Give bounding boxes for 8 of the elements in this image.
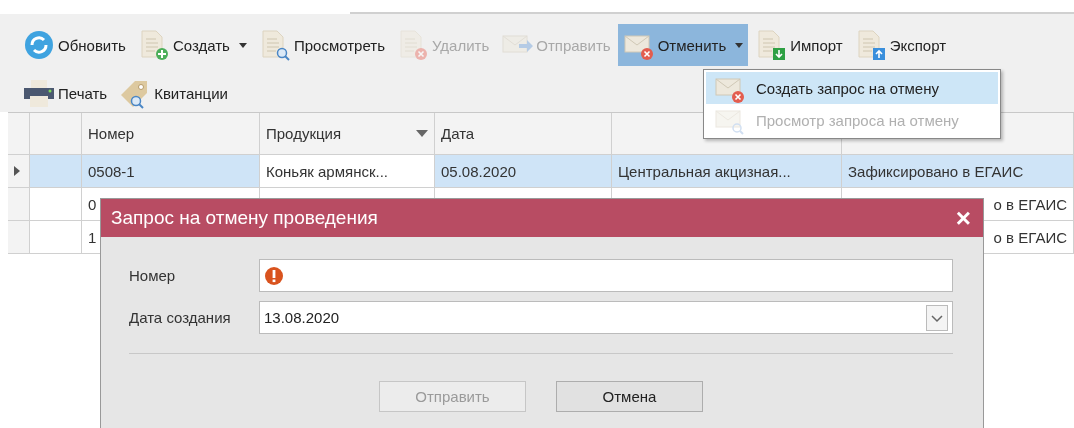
table-cell: 0508-1 [82, 155, 260, 188]
field-value: 13.08.2020 [264, 309, 340, 326]
table-cell: Зафиксировано в ЕГАИС [842, 155, 1074, 188]
table-cell: Центральная акцизная... [612, 155, 842, 188]
table-cell: 05.08.2020 [435, 155, 612, 188]
field-label: Дата создания [129, 309, 232, 326]
field-label: Номер [129, 267, 177, 284]
table-cell: Коньяк армянск... [260, 155, 435, 188]
